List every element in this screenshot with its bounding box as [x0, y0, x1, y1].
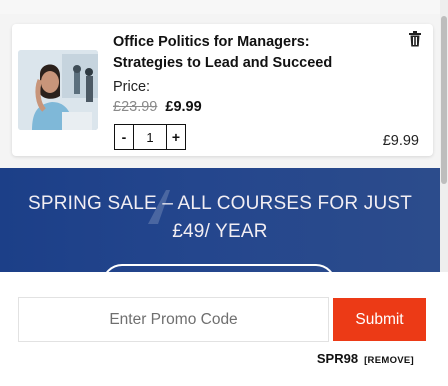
quantity-stepper: - 1 +	[114, 124, 186, 150]
cart-item-card: Office Politics for Managers: Strategies…	[12, 24, 433, 156]
banner-headline: SPRING SALE – ALL COURSES FOR JUST £49/ …	[0, 190, 440, 246]
submit-button[interactable]: Submit	[333, 298, 426, 341]
banner-cta-button-outline[interactable]	[102, 264, 336, 272]
course-title[interactable]: Office Politics for Managers: Strategies…	[113, 32, 383, 74]
scrollbar-thumb[interactable]	[441, 16, 447, 184]
original-price: £23.99	[113, 99, 158, 115]
applied-promo: SPR98 [REMOVE]	[317, 351, 414, 366]
sale-price: £9.99	[165, 99, 202, 115]
promo-code-section: Submit SPR98 [REMOVE]	[0, 272, 448, 386]
price-row: £23.99 £9.99	[113, 99, 202, 115]
course-thumbnail-photo	[18, 50, 98, 130]
banner-line-1: SPRING SALE – ALL COURSES FOR JUST	[27, 193, 413, 214]
promo-banner[interactable]: SPRING SALE – ALL COURSES FOR JUST £49/ …	[0, 168, 440, 272]
quantity-decrement-button[interactable]: -	[115, 125, 133, 149]
promo-code-input[interactable]	[18, 297, 329, 342]
page-top-edge	[0, 0, 440, 14]
quantity-increment-button[interactable]: +	[167, 125, 185, 149]
applied-promo-code: SPR98	[316, 351, 359, 366]
trash-icon[interactable]	[408, 31, 422, 47]
remove-promo-link[interactable]: [REMOVE]	[364, 355, 414, 366]
banner-line-2: £49/ YEAR	[172, 221, 268, 242]
line-total: £9.99	[382, 133, 419, 149]
course-thumbnail	[18, 50, 98, 130]
quantity-value[interactable]: 1	[133, 125, 167, 149]
price-label: Price:	[113, 79, 151, 95]
